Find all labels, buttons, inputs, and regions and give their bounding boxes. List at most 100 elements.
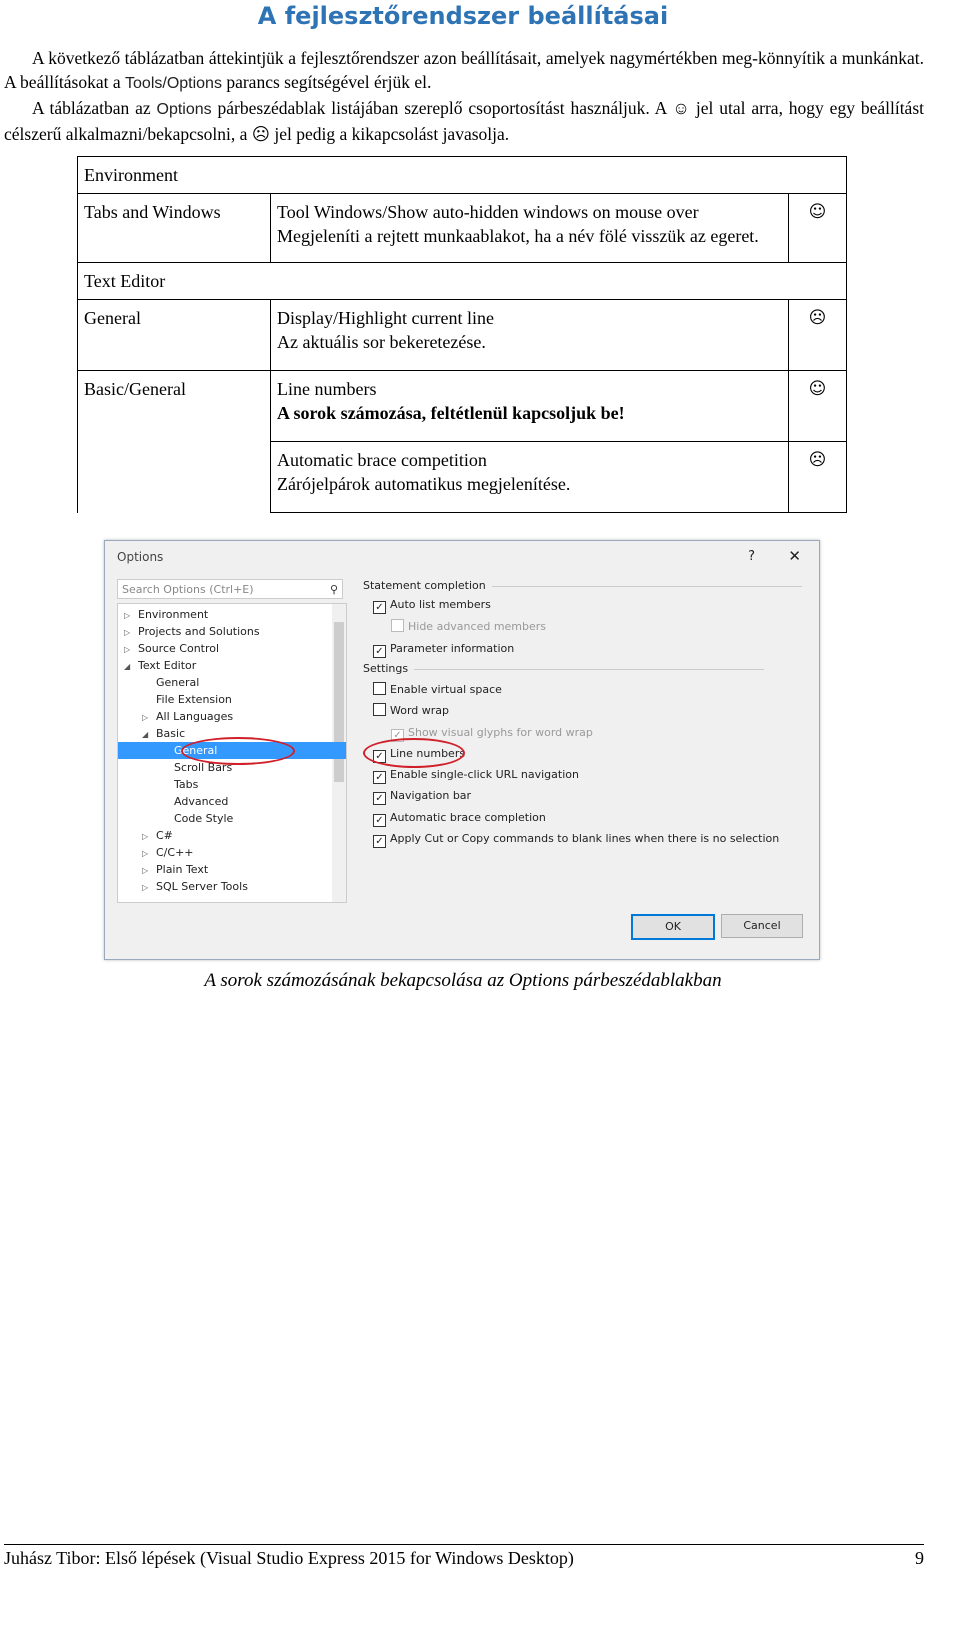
group-cell (77, 441, 271, 513)
tree-item-label: Text Editor (138, 659, 197, 672)
tree-item[interactable]: File Extension (142, 691, 232, 708)
close-button[interactable]: ✕ (788, 547, 801, 565)
tree-item[interactable]: ◢ Basic (142, 725, 185, 742)
tree-item[interactable]: Advanced (160, 793, 228, 810)
option-checkbox[interactable]: ✓ Automatic brace completion (373, 809, 546, 827)
expand-arrow-icon[interactable]: ▷ (142, 862, 156, 879)
tree-item-label: C# (156, 829, 173, 842)
expand-arrow-icon[interactable]: ▷ (124, 624, 138, 641)
expand-arrow-icon[interactable]: ◢ (142, 726, 156, 743)
table-row: Basic/General Line numbers A sorok számoz… (77, 370, 847, 442)
group-cell: General (77, 299, 271, 371)
intro-paragraph-2: A táblázatban az Options párbeszédablak … (4, 96, 924, 146)
search-icon: ⚲ (329, 583, 338, 596)
tree-item[interactable]: ▷ Environment (124, 606, 208, 623)
expand-arrow-icon[interactable]: ▷ (142, 709, 156, 726)
section-header: Environment (77, 156, 847, 194)
option-checkbox[interactable]: Enable virtual space (373, 681, 502, 699)
text: parancs segítségével érjük el. (221, 72, 432, 92)
setting-path: Automatic brace competition (277, 450, 487, 470)
tree-item[interactable]: ▷ Projects and Solutions (124, 623, 260, 640)
checkbox-unchecked-icon[interactable] (373, 703, 386, 716)
cancel-button[interactable]: Cancel (721, 914, 803, 938)
checkbox-checked-icon[interactable]: ✓ (373, 792, 386, 805)
search-placeholder: Search Options (Ctrl+E) (122, 583, 254, 596)
tree-item[interactable]: ▷ All Languages (142, 708, 233, 725)
smiley-icon: ☺ (788, 370, 847, 442)
expand-arrow-icon[interactable]: ▷ (124, 641, 138, 658)
setting-cell: Line numbers A sorok számozása, feltétlen… (270, 370, 789, 442)
section-header-row: Environment (77, 156, 847, 194)
ok-button[interactable]: OK (631, 914, 715, 940)
expand-arrow-icon[interactable]: ◢ (124, 658, 138, 675)
frown-icon: ☹ (788, 299, 847, 371)
option-checkbox[interactable]: ✓ Auto list members (373, 596, 491, 614)
smiley-icon: ☺ (788, 193, 847, 263)
option-checkbox[interactable]: Word wrap (373, 702, 449, 720)
page-footer: Juhász Tibor: Első lépések (Visual Studi… (4, 1544, 924, 1569)
checkbox-checked-icon[interactable]: ✓ (373, 645, 386, 658)
option-label: Navigation bar (390, 789, 472, 802)
option-label: Automatic brace completion (390, 811, 546, 824)
dialog-title: Options (117, 550, 164, 564)
tree-item-label: General (156, 676, 200, 689)
tree-item[interactable]: Code Style (160, 810, 233, 827)
settings-table: Environment Tabs and Windows Tool Windows… (77, 156, 847, 513)
expand-arrow-icon[interactable]: ▷ (142, 845, 156, 862)
setting-cell: Automatic brace competition Zárójelpárok … (270, 441, 789, 513)
option-label: Auto list members (390, 598, 491, 611)
option-label: Show visual glyphs for word wrap (408, 726, 593, 739)
checkbox-unchecked-icon[interactable] (391, 619, 404, 632)
tree-item[interactable]: General (142, 674, 199, 691)
search-input[interactable]: Search Options (Ctrl+E) ⚲ (117, 579, 343, 599)
group-label: Statement completion (363, 579, 802, 592)
highlight-ring-general (181, 737, 295, 765)
help-button[interactable]: ? (748, 549, 755, 564)
option-checkbox[interactable]: ✓ Parameter information (373, 640, 514, 658)
tree-item[interactable]: ◢ Text Editor (124, 657, 196, 674)
option-checkbox[interactable]: Hide advanced members (391, 618, 546, 636)
setting-cell: Display/Highlight current line Az aktuáli… (270, 299, 789, 371)
option-label: Apply Cut or Copy commands to blank line… (390, 832, 780, 845)
tree-item[interactable]: ▷ SQL Server Tools (142, 878, 248, 895)
tree-item[interactable]: ▷ C# (142, 827, 173, 844)
footer-text: Juhász Tibor: Első lépések (Visual Studi… (4, 1548, 574, 1568)
divider (491, 585, 802, 587)
option-checkbox[interactable]: ✓ Enable single-click URL navigation (373, 766, 579, 784)
option-label: Hide advanced members (408, 620, 547, 633)
setting-cell: Tool Windows/Show auto-hidden windows on… (270, 193, 789, 263)
intro-paragraph-1: A következő táblázatban áttekintjük a fe… (4, 46, 924, 96)
setting-description: Zárójelpárok automatikus megjelenítése. (277, 474, 571, 494)
tree-item[interactable]: ▷ Plain Text (142, 861, 208, 878)
tree-item[interactable]: ▷ C/C++ (142, 844, 194, 861)
page-number: 9 (915, 1548, 924, 1568)
setting-path: Line numbers (277, 379, 377, 399)
option-label: Enable virtual space (390, 683, 502, 696)
expand-arrow-icon[interactable]: ▷ (142, 828, 156, 845)
checkbox-checked-icon[interactable]: ✓ (373, 814, 386, 827)
setting-description: Megjeleníti a rejtett munkaablakot, ha a… (277, 226, 759, 246)
options-dialog-screenshot: Options ? ✕ Search Options (Ctrl+E) ⚲ ▷ En… (104, 540, 820, 960)
option-checkbox[interactable]: ✓ Apply Cut or Copy commands to blank lin… (373, 830, 779, 848)
setting-description: Az aktuális sor bekeretezése. (277, 332, 486, 352)
expand-arrow-icon[interactable]: ▷ (142, 879, 156, 896)
tree-item[interactable]: Tabs (160, 776, 198, 793)
section-header: Text Editor (77, 262, 847, 300)
tree-item[interactable]: ▷ Source Control (124, 640, 219, 657)
checkbox-checked-icon[interactable]: ✓ (373, 835, 386, 848)
option-checkbox[interactable]: ✓ Navigation bar (373, 787, 471, 805)
expand-arrow-icon[interactable]: ▷ (124, 607, 138, 624)
setting-path: Display/Highlight current line (277, 308, 494, 328)
highlight-ring-line-numbers (363, 738, 465, 768)
table-row: General Display/Highlight current line Az… (77, 299, 847, 371)
setting-path: Tool Windows/Show auto-hidden windows on… (277, 202, 699, 222)
group-label: Settings (363, 662, 765, 675)
tree-item-label: Environment (138, 608, 209, 621)
group-cell: Tabs and Windows (77, 193, 271, 263)
checkbox-unchecked-icon[interactable] (373, 682, 386, 695)
figure-caption: A sorok számozásának bekapcsolása az Opt… (204, 970, 722, 991)
option-label: Parameter information (390, 642, 515, 655)
checkbox-checked-icon[interactable]: ✓ (373, 601, 386, 614)
tree-item-label: Advanced (174, 795, 229, 808)
checkbox-checked-icon[interactable]: ✓ (373, 771, 386, 784)
